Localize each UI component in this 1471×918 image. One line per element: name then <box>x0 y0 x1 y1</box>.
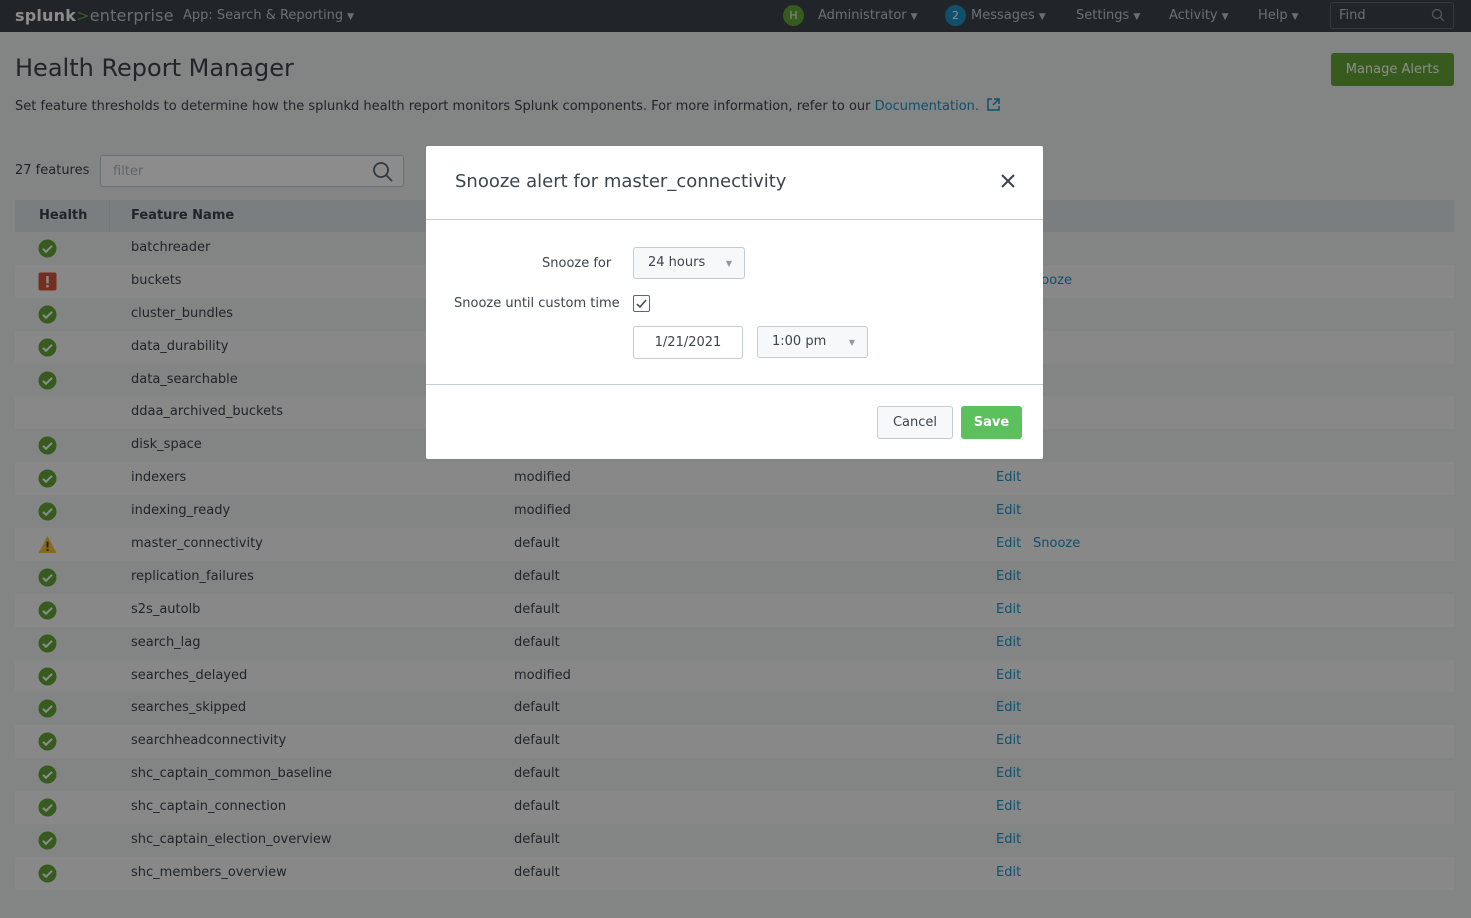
custom-time-checkbox[interactable] <box>633 295 650 312</box>
snooze-for-label: Snooze for <box>542 256 612 271</box>
snooze-duration-select[interactable]: 24 hours ▼ <box>633 247 745 279</box>
checkmark-icon <box>636 299 647 309</box>
modal-title: Snooze alert for master_connectivity <box>455 171 787 192</box>
date-input[interactable]: 1/21/2021 <box>633 326 743 359</box>
close-icon[interactable] <box>998 171 1018 191</box>
modal-footer: Cancel Save <box>426 384 1043 459</box>
time-select[interactable]: 1:00 pm ▼ <box>757 326 868 358</box>
chevron-down-icon: ▼ <box>848 338 855 347</box>
modal-body: Snooze for 24 hours ▼ Snooze until custo… <box>426 220 1043 384</box>
time-value: 1:00 pm <box>772 334 827 349</box>
modal-header: Snooze alert for master_connectivity <box>426 146 1043 220</box>
chevron-down-icon: ▼ <box>725 259 732 268</box>
snooze-alert-modal: Snooze alert for master_connectivity Sno… <box>426 146 1043 459</box>
snooze-duration-value: 24 hours <box>648 255 706 270</box>
custom-time-label: Snooze until custom time <box>454 296 620 311</box>
cancel-button[interactable]: Cancel <box>877 406 953 439</box>
save-button[interactable]: Save <box>961 406 1022 439</box>
modal-backdrop[interactable] <box>0 0 1471 918</box>
